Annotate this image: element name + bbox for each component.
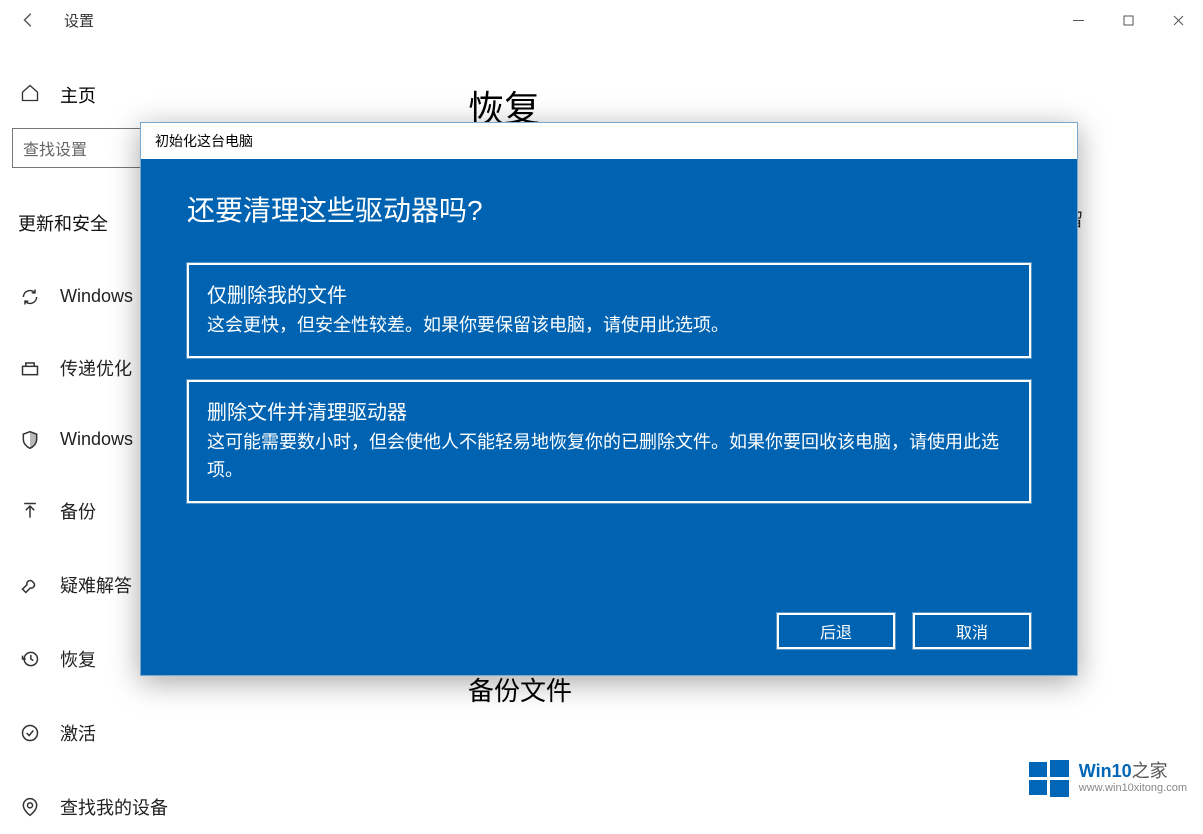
sidebar-item-find-device[interactable]: 查找我的设备: [12, 780, 432, 834]
sidebar-item-label: 查找我的设备: [60, 794, 168, 820]
sidebar-item-label: Windows: [60, 286, 133, 307]
location-icon: [18, 797, 42, 817]
sidebar-item-label: Windows: [60, 429, 133, 450]
dialog-title: 初始化这台电脑: [141, 123, 1077, 159]
watermark: Win10之家 www.win10xitong.com: [1019, 752, 1195, 804]
maximize-button[interactable]: [1103, 1, 1153, 39]
dialog-heading: 还要清理这些驱动器吗?: [187, 189, 1031, 229]
window-titlebar: 设置: [0, 0, 1203, 40]
delivery-icon: [18, 358, 42, 378]
back-button[interactable]: 后退: [777, 613, 895, 649]
option-remove-files-only[interactable]: 仅删除我的文件 这会更快，但安全性较差。如果你要保留该电脑，请使用此选项。: [187, 263, 1031, 358]
backup-icon: [18, 501, 42, 521]
sidebar-item-home[interactable]: 主页: [12, 70, 432, 120]
sidebar-item-label: 传递优化: [60, 355, 132, 381]
window-title: 设置: [64, 10, 94, 31]
watermark-url: www.win10xitong.com: [1079, 782, 1187, 794]
minimize-button[interactable]: [1053, 1, 1103, 39]
option-title: 仅删除我的文件: [207, 279, 1011, 308]
back-button[interactable]: [14, 5, 44, 35]
sidebar-item-label: 疑难解答: [60, 572, 132, 598]
option-description: 这可能需要数小时，但会使他人不能轻易地恢复你的已删除文件。如果你要回收该电脑，请…: [207, 429, 1011, 485]
search-placeholder: 查找设置: [23, 136, 87, 160]
windows-logo-icon: [1027, 758, 1071, 798]
dialog-footer: 后退 取消: [187, 613, 1031, 649]
home-icon: [18, 83, 42, 108]
sync-icon: [18, 287, 42, 307]
option-remove-files-clean-drive[interactable]: 删除文件并清理驱动器 这可能需要数小时，但会使他人不能轻易地恢复你的已删除文件。…: [187, 380, 1031, 503]
option-description: 这会更快，但安全性较差。如果你要保留该电脑，请使用此选项。: [207, 312, 1011, 340]
option-title: 删除文件并清理驱动器: [207, 396, 1011, 425]
sidebar-item-label: 主页: [60, 82, 96, 108]
check-circle-icon: [18, 723, 42, 743]
window-controls: [1053, 1, 1203, 39]
wrench-icon: [18, 575, 42, 595]
close-button[interactable]: [1153, 1, 1203, 39]
button-label: 取消: [956, 619, 988, 643]
watermark-brand: Win10之家: [1079, 762, 1187, 780]
backup-files-heading: 备份文件: [468, 671, 1203, 708]
button-label: 后退: [820, 619, 852, 643]
cancel-button[interactable]: 取消: [913, 613, 1031, 649]
sidebar-item-label: 备份: [60, 498, 96, 524]
reset-pc-dialog: 初始化这台电脑 还要清理这些驱动器吗? 仅删除我的文件 这会更快，但安全性较差。…: [140, 122, 1078, 676]
sidebar-item-label: 恢复: [60, 646, 96, 672]
shield-icon: [18, 430, 42, 450]
sidebar-item-activation[interactable]: 激活: [12, 706, 432, 760]
history-icon: [18, 649, 42, 669]
sidebar-item-label: 激活: [60, 720, 96, 746]
